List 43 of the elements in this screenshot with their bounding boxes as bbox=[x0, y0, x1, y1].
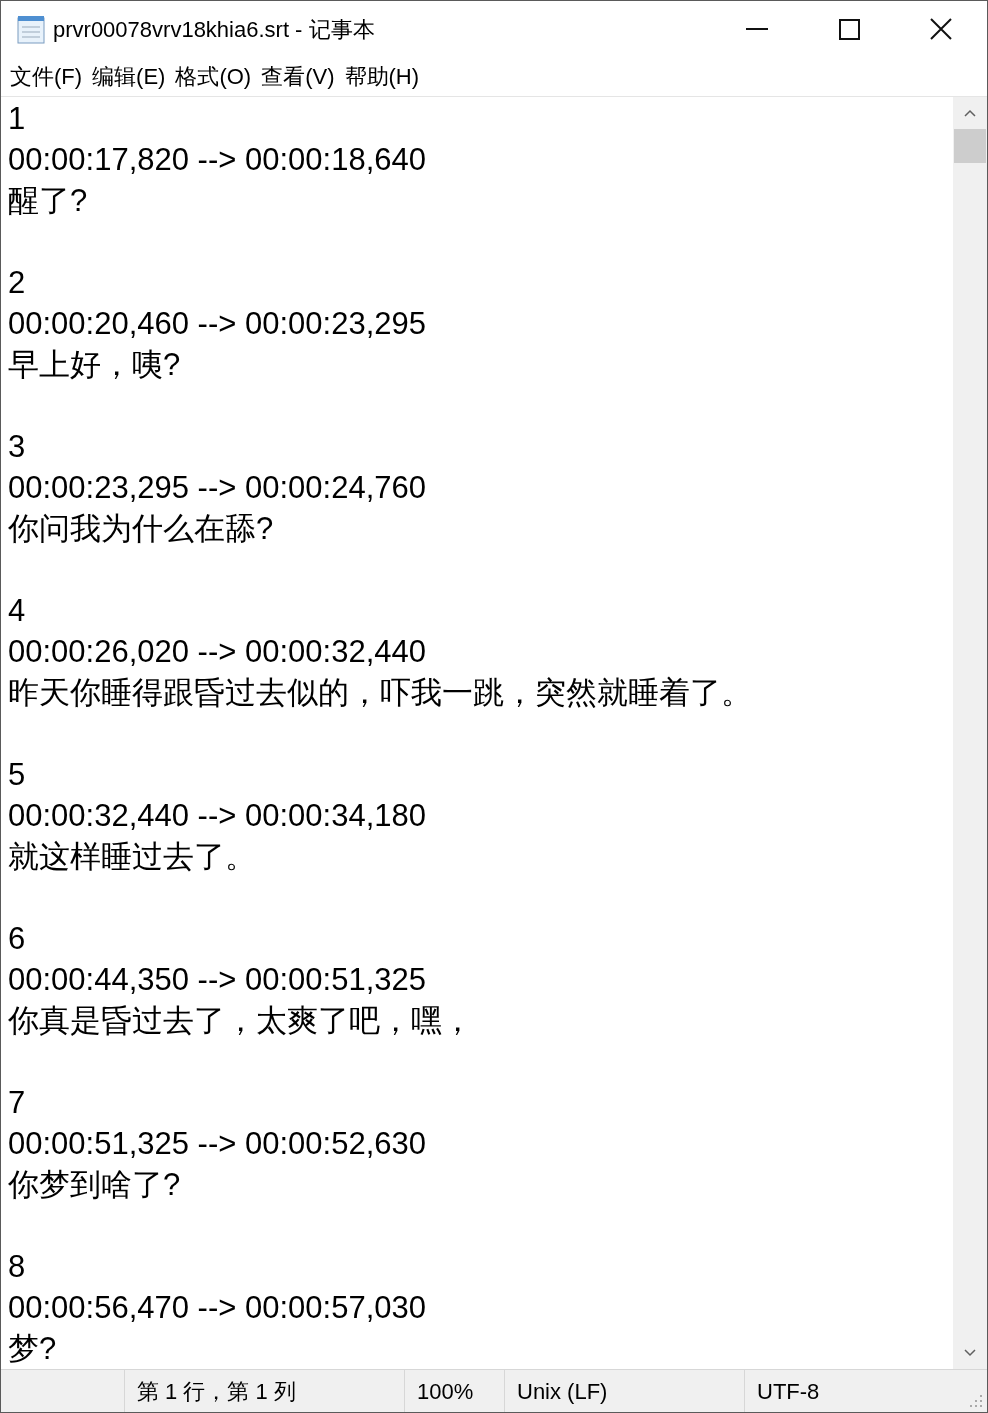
subtitle-index: 7 bbox=[8, 1085, 26, 1120]
subtitle-text: 你问我为什么在舔? bbox=[8, 511, 274, 546]
subtitle-index: 8 bbox=[8, 1249, 26, 1284]
subtitle-timecode: 00:00:17,820 --> 00:00:18,640 bbox=[8, 142, 426, 177]
subtitle-text: 你梦到啥了? bbox=[8, 1167, 181, 1202]
encoding: UTF-8 bbox=[757, 1377, 820, 1406]
subtitle-timecode: 00:00:32,440 --> 00:00:34,180 bbox=[8, 798, 426, 833]
subtitle-index: 3 bbox=[8, 429, 26, 464]
minimize-icon bbox=[746, 28, 768, 30]
subtitle-index: 1 bbox=[8, 101, 26, 136]
menu-item[interactable]: 帮助(H) bbox=[339, 60, 425, 93]
maximize-icon bbox=[838, 18, 860, 40]
subtitle-text: 醒了? bbox=[8, 183, 88, 218]
subtitle-index: 5 bbox=[8, 757, 26, 792]
subtitle-index: 6 bbox=[8, 921, 26, 956]
scroll-down-icon[interactable] bbox=[964, 1349, 976, 1357]
notepad-icon bbox=[15, 14, 47, 44]
subtitle-timecode: 00:00:26,020 --> 00:00:32,440 bbox=[8, 634, 426, 669]
subtitle-text: 你真是昏过去了，太爽了吧，嘿， bbox=[8, 1003, 473, 1038]
subtitle-index: 4 bbox=[8, 593, 26, 628]
resize-grip-icon[interactable] bbox=[969, 1394, 983, 1408]
subtitle-timecode: 00:00:44,350 --> 00:00:51,325 bbox=[8, 962, 426, 997]
subtitle-text: 昨天你睡得跟昏过去似的，吓我一跳，突然就睡着了。 bbox=[8, 675, 752, 710]
scroll-thumb[interactable] bbox=[954, 129, 986, 163]
subtitle-timecode: 00:00:51,325 --> 00:00:52,630 bbox=[8, 1126, 426, 1161]
menu-item[interactable]: 编辑(E) bbox=[87, 60, 171, 93]
subtitle-timecode: 00:00:20,460 --> 00:00:23,295 bbox=[8, 306, 426, 341]
subtitle-text: 早上好，咦? bbox=[8, 347, 181, 382]
subtitle-text: 梦? bbox=[8, 1331, 57, 1366]
line-ending: Unix (LF) bbox=[517, 1377, 608, 1406]
subtitle-timecode: 00:00:23,295 --> 00:00:24,760 bbox=[8, 470, 426, 505]
subtitle-timecode: 00:00:56,470 --> 00:00:57,030 bbox=[8, 1290, 426, 1325]
cursor-position: 第 1 行，第 1 列 bbox=[137, 1377, 296, 1406]
subtitle-index: 2 bbox=[8, 265, 26, 300]
window-title: prvr00078vrv18khia6.srt - 记事本 bbox=[53, 15, 375, 44]
scrollbar[interactable] bbox=[953, 97, 987, 1369]
scroll-up-icon[interactable] bbox=[964, 109, 976, 117]
menu-item[interactable]: 文件(F) bbox=[5, 60, 88, 93]
subtitle-text: 就这样睡过去了。 bbox=[8, 839, 256, 874]
menu-item[interactable]: 查看(V) bbox=[256, 60, 340, 93]
close-icon bbox=[930, 18, 952, 40]
menu-item[interactable]: 格式(O) bbox=[170, 60, 257, 93]
zoom-level: 100% bbox=[417, 1377, 474, 1406]
